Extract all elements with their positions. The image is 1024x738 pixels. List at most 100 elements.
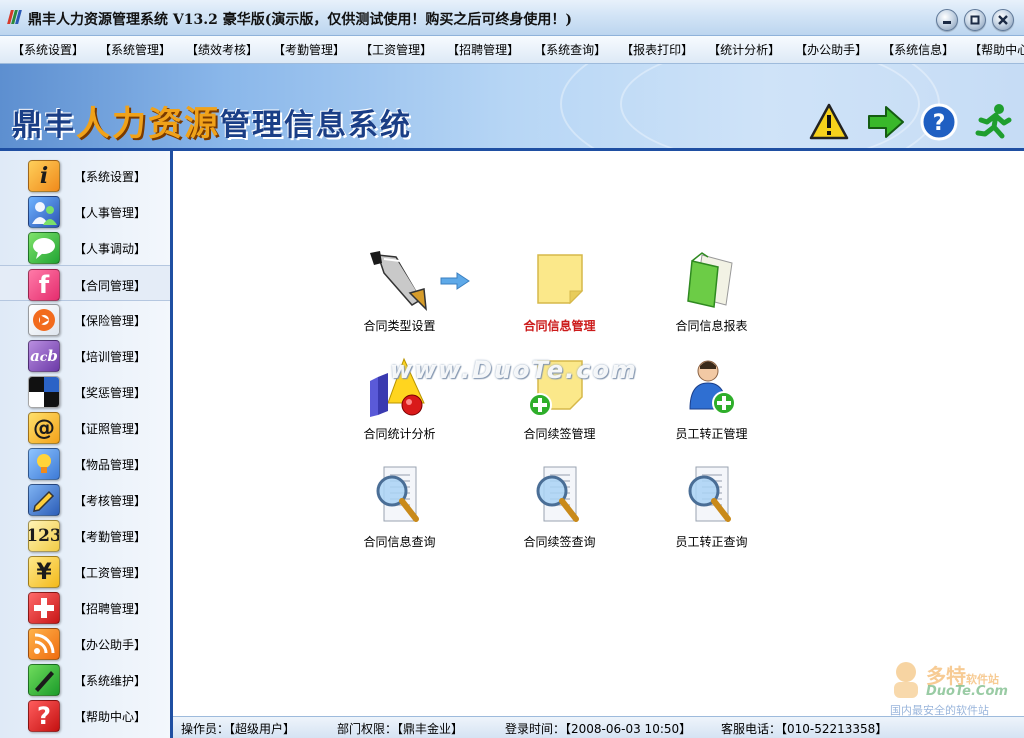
exit-runner-icon[interactable]	[972, 102, 1012, 142]
sidebar-item-transfer[interactable]: 【人事调动】	[0, 229, 170, 265]
banner-title-part1: 鼎丰	[12, 108, 76, 143]
sidebar-item-training[interactable]: acb 【培训管理】	[0, 337, 170, 373]
sidebar-item-label: 【培训管理】	[74, 350, 147, 364]
document-search-icon	[366, 465, 432, 527]
menu-attendance[interactable]: 【考勤管理】	[265, 41, 352, 58]
app-icon	[7, 10, 22, 26]
yen-icon: ¥	[28, 556, 60, 588]
sidebar-item-label: 【帮助中心】	[74, 710, 147, 724]
sidebar-item-label: 【系统设置】	[74, 170, 147, 184]
contract-info-query[interactable]: 合同信息查询	[331, 465, 451, 565]
arrow-right-icon[interactable]	[866, 102, 906, 142]
sidebar-item-personnel[interactable]: 【人事管理】	[0, 193, 170, 229]
status-service-phone: 客服电话：【010-52213358】	[721, 722, 888, 736]
sidebar-item-system-settings[interactable]: i 【系统设置】	[0, 157, 170, 193]
staff-regularization-management[interactable]: 员工转正管理	[643, 357, 763, 457]
question-icon: ?	[28, 700, 60, 732]
menu-system-management[interactable]: 【系统管理】	[91, 41, 178, 58]
sidebar-item-assessment[interactable]: 【考核管理】	[0, 481, 170, 517]
sidebar-item-certificate[interactable]: @ 【证照管理】	[0, 409, 170, 445]
sidebar-item-contract[interactable]: f 【合同管理】	[0, 265, 170, 301]
sidebar-item-label: 【奖惩管理】	[74, 386, 147, 400]
menu-help-center[interactable]: 【帮助中心】	[961, 41, 1024, 58]
contract-type-settings[interactable]: 合同类型设置	[331, 249, 451, 349]
pen-icon	[28, 664, 60, 696]
bulb-icon	[28, 448, 60, 480]
brand-watermark: 多特软件站 DuoTe.Com 国内最安全的软件站	[886, 660, 1022, 720]
sidebar-item-office-assistant[interactable]: 【办公助手】	[0, 625, 170, 661]
menu-performance[interactable]: 【绩效考核】	[178, 41, 265, 58]
sidebar: i 【系统设置】 【人事管理】 【人事调动】 f 【合同管理】 【保险管理】 a…	[0, 148, 173, 738]
grid-item-label: 员工转正查询	[675, 535, 748, 549]
sidebar-item-label: 【招聘管理】	[74, 602, 147, 616]
sidebar-item-label: 【证照管理】	[74, 422, 147, 436]
contract-info-management[interactable]: 合同信息管理	[491, 249, 611, 349]
status-bar: 操作员：【超级用户】 部门权限：【鼎丰金业】 登录时间：【2008-06-03 …	[173, 716, 1024, 738]
sidebar-item-label: 【工资管理】	[74, 566, 147, 580]
user-add-icon	[678, 357, 744, 419]
status-operator: 操作员：【超级用户】	[181, 722, 296, 736]
blocks-icon	[28, 376, 60, 408]
banner-title-part3: 管理信息系统	[220, 108, 412, 143]
sidebar-item-recruitment[interactable]: 【招聘管理】	[0, 589, 170, 625]
sidebar-item-label: 【人事管理】	[74, 206, 147, 220]
brand-line2: DuoTe.Com	[926, 684, 1008, 699]
menu-recruitment[interactable]: 【招聘管理】	[439, 41, 526, 58]
window-title: 鼎丰人力资源管理系统 V13.2 豪华版(演示版，仅供测试使用！购买之后可终身使…	[28, 12, 572, 28]
document-search-icon	[526, 465, 592, 527]
minimize-icon	[937, 10, 957, 30]
maximize-button[interactable]	[964, 9, 986, 31]
sidebar-item-label: 【考勤管理】	[74, 530, 147, 544]
staff-regularization-query[interactable]: 员工转正查询	[643, 465, 763, 565]
grid-item-label: 合同统计分析	[363, 427, 436, 441]
main-panel: 合同类型设置 合同信息管理 合同信息报表 合同统计分析 合同续签管理 员工转正管…	[173, 148, 1024, 716]
menu-statistics[interactable]: 【统计分析】	[700, 41, 787, 58]
grid-item-label: 合同信息查询	[363, 535, 436, 549]
menu-salary[interactable]: 【工资管理】	[352, 41, 439, 58]
grid-item-label: 员工转正管理	[675, 427, 748, 441]
warning-icon[interactable]	[809, 102, 849, 142]
sidebar-item-goods[interactable]: 【物品管理】	[0, 445, 170, 481]
brand-mascot-icon	[894, 662, 918, 698]
header-banner: 鼎丰人力资源管理信息系统 ?	[0, 64, 1024, 148]
document-search-icon	[678, 465, 744, 527]
sidebar-item-insurance[interactable]: 【保险管理】	[0, 301, 170, 337]
banner-title-part2: 人力资源	[76, 104, 220, 144]
help-icon[interactable]: ?	[919, 102, 959, 142]
facebook-f-icon: f	[28, 269, 60, 301]
minimize-button[interactable]	[936, 9, 958, 31]
sidebar-item-reward[interactable]: 【奖惩管理】	[0, 373, 170, 409]
grid-item-label: 合同信息管理	[523, 319, 596, 333]
grid-item-label: 合同信息报表	[675, 319, 748, 333]
lifebuoy-icon	[28, 304, 60, 336]
sidebar-item-attendance[interactable]: 123 【考勤管理】	[0, 517, 170, 553]
menu-system-settings[interactable]: 【系统设置】	[4, 41, 91, 58]
sticky-note-icon	[526, 249, 592, 311]
flow-arrow-icon	[440, 272, 470, 290]
svg-text:?: ?	[933, 111, 946, 136]
chat-icon	[28, 232, 60, 264]
menu-query[interactable]: 【系统查询】	[526, 41, 613, 58]
green-folder-icon	[678, 249, 744, 311]
menu-system-info[interactable]: 【系统信息】	[874, 41, 961, 58]
menu-office-assistant[interactable]: 【办公助手】	[787, 41, 874, 58]
banner-title: 鼎丰人力资源管理信息系统	[12, 96, 412, 145]
sidebar-item-maintenance[interactable]: 【系统维护】	[0, 661, 170, 697]
sidebar-item-label: 【办公助手】	[74, 638, 147, 652]
numbers-icon: 123	[28, 520, 60, 552]
close-button[interactable]	[992, 9, 1014, 31]
rss-icon	[28, 628, 60, 660]
maximize-icon	[965, 10, 985, 30]
sidebar-item-label: 【合同管理】	[74, 279, 147, 293]
sidebar-item-label: 【人事调动】	[74, 242, 147, 256]
pencil-icon	[28, 484, 60, 516]
grid-item-label: 合同续签管理	[523, 427, 596, 441]
sidebar-item-salary[interactable]: ¥ 【工资管理】	[0, 553, 170, 589]
at-icon: @	[28, 412, 60, 444]
contract-info-report[interactable]: 合同信息报表	[643, 249, 763, 349]
contract-renewal-query[interactable]: 合同续签查询	[491, 465, 611, 565]
title-bar: 鼎丰人力资源管理系统 V13.2 豪华版(演示版，仅供测试使用！购买之后可终身使…	[0, 0, 1024, 36]
sidebar-item-label: 【考核管理】	[74, 494, 147, 508]
menu-report-print[interactable]: 【报表打印】	[613, 41, 700, 58]
sidebar-item-help[interactable]: ? 【帮助中心】	[0, 697, 170, 733]
